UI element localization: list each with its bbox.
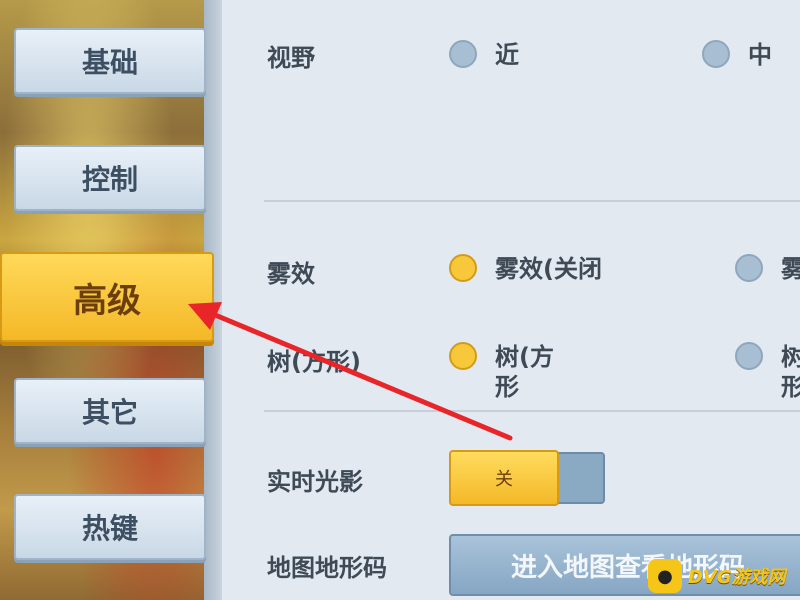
fog-label: 雾效	[267, 260, 315, 288]
watermark: ● DVG游戏网	[648, 556, 798, 596]
section-divider	[264, 410, 800, 412]
tab-basic[interactable]: 基础	[14, 28, 206, 94]
gamepad-icon: ●	[648, 559, 682, 593]
option-label: 中	[748, 41, 772, 69]
tree-label: 树(方形)	[267, 348, 361, 376]
tree-option-square[interactable]: 树(方形	[449, 342, 575, 402]
radio-button[interactable]	[735, 254, 763, 282]
settings-panel: 视野 近 中 雾效 雾效(关闭 雾 树(方形) 树(方形 树形 实时光影 关 地…	[222, 0, 800, 600]
fog-option-other[interactable]: 雾	[735, 254, 800, 284]
option-label: 雾效(关闭	[495, 255, 602, 283]
view-option-near[interactable]: 近	[449, 40, 605, 70]
view-option-mid[interactable]: 中	[702, 40, 800, 70]
radio-button[interactable]	[735, 342, 763, 370]
tab-control[interactable]: 控制	[14, 145, 206, 211]
option-label: 雾	[781, 255, 800, 283]
tab-hotkeys[interactable]: 热键	[14, 494, 206, 560]
option-label: 近	[495, 41, 519, 69]
view-label: 视野	[267, 44, 315, 72]
watermark-text: DVG游戏网	[688, 567, 786, 588]
option-label: 树(方形	[495, 343, 554, 401]
tab-other[interactable]: 其它	[14, 378, 206, 444]
fog-option-off[interactable]: 雾效(关闭	[449, 254, 605, 284]
tree-option-other[interactable]: 树形	[735, 342, 800, 402]
radio-button[interactable]	[702, 40, 730, 68]
radio-button-selected[interactable]	[449, 342, 477, 370]
toggle-knob[interactable]: 关	[449, 450, 559, 506]
section-divider	[264, 200, 800, 202]
realtime-shadow-label: 实时光影	[267, 468, 363, 496]
terrain-code-label: 地图地形码	[267, 554, 387, 582]
option-label: 树形	[781, 343, 800, 401]
realtime-shadow-toggle[interactable]: 关	[449, 450, 605, 506]
tab-advanced[interactable]: 高级	[0, 252, 214, 342]
radio-button[interactable]	[449, 40, 477, 68]
radio-button-selected[interactable]	[449, 254, 477, 282]
